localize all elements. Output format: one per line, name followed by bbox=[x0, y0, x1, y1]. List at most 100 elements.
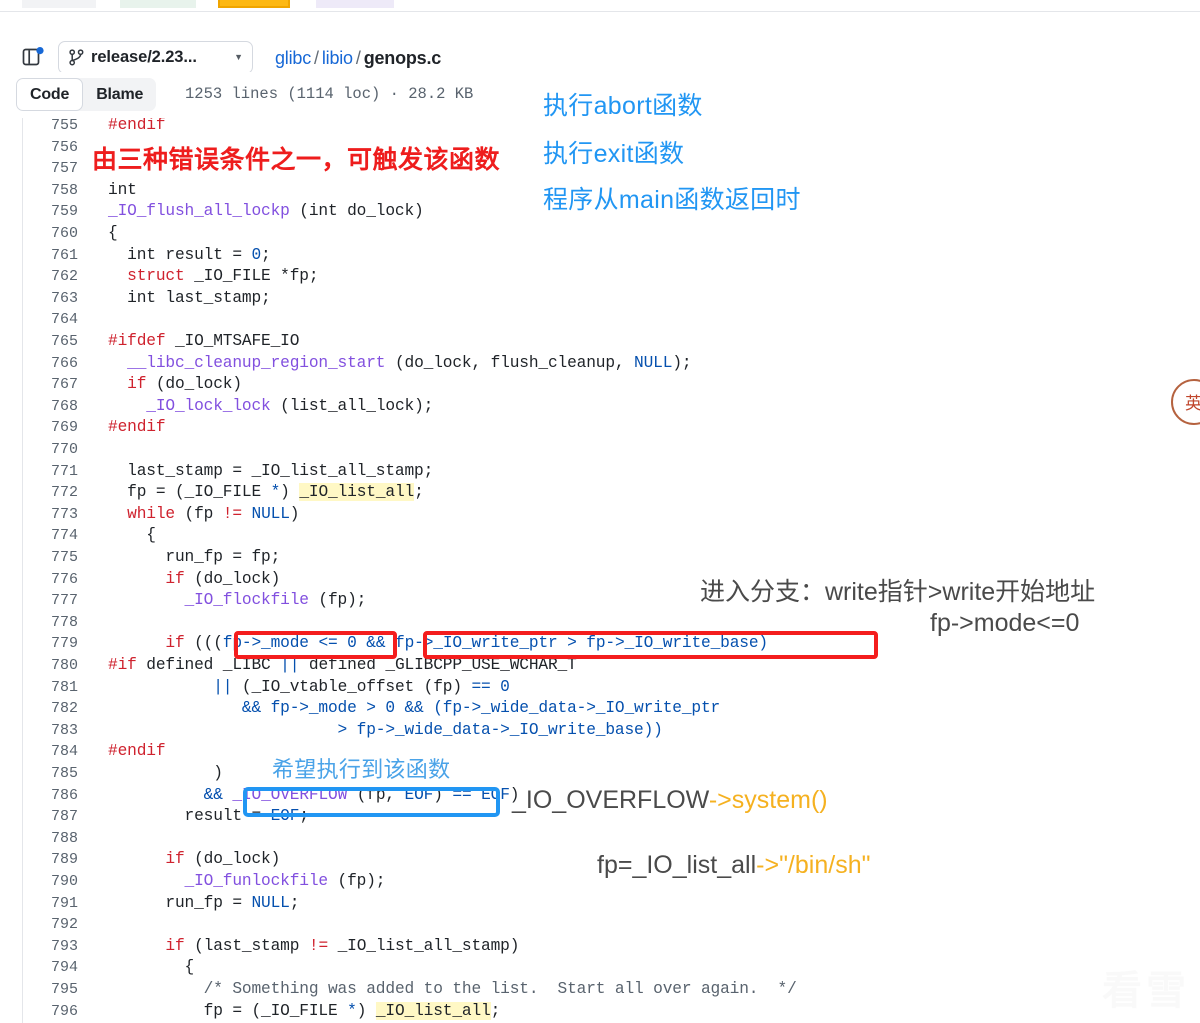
line-number[interactable]: 783 bbox=[30, 720, 78, 742]
code-line-770: 770 bbox=[0, 439, 1200, 461]
line-number[interactable]: 788 bbox=[30, 828, 78, 850]
line-number[interactable]: 763 bbox=[30, 288, 78, 310]
tab-blame[interactable]: Blame bbox=[83, 78, 156, 111]
svg-text:英: 英 bbox=[1185, 394, 1200, 414]
line-number[interactable]: 796 bbox=[30, 1001, 78, 1023]
line-number[interactable]: 781 bbox=[30, 677, 78, 699]
side-panel-icon[interactable] bbox=[22, 46, 44, 68]
code-blame-toggle: Code Blame bbox=[16, 78, 157, 111]
line-number[interactable]: 785 bbox=[30, 763, 78, 785]
file-meta: 1253 lines (1114 loc) · 28.2 KB bbox=[185, 85, 474, 103]
code-line-762: 762 struct _IO_FILE *fp; bbox=[0, 266, 1200, 288]
line-number[interactable]: 758 bbox=[30, 180, 78, 202]
line-number[interactable]: 794 bbox=[30, 957, 78, 979]
line-number[interactable]: 756 bbox=[30, 137, 78, 159]
annotation-exit: 执行exit函数 bbox=[543, 140, 685, 168]
annotation-trigger-conditions: 由三种错误条件之一，可触发该函数 bbox=[92, 146, 501, 174]
annotation-listall-to-binsh: fp=_IO_list_all->"/bin/sh" bbox=[597, 851, 870, 880]
code-line-772: 772 fp = (_IO_FILE *) _IO_list_all; bbox=[0, 482, 1200, 504]
code-line-788: 788 bbox=[0, 828, 1200, 850]
line-content: #endif bbox=[108, 742, 166, 761]
line-number[interactable]: 778 bbox=[30, 612, 78, 634]
code-line-763: 763 int last_stamp; bbox=[0, 288, 1200, 310]
file-header-bar: release/2.23... ▼ glibc / libio / genops.c bbox=[0, 11, 1200, 74]
breadcrumb-sep-2: / bbox=[355, 48, 361, 68]
line-content: #ifdef _IO_MTSAFE_IO bbox=[108, 332, 300, 350]
line-content: ) bbox=[108, 764, 223, 782]
annotation-listall-arrow: -> bbox=[756, 851, 780, 879]
branch-selector[interactable]: release/2.23... ▼ bbox=[58, 41, 253, 74]
line-number[interactable]: 762 bbox=[30, 266, 78, 288]
line-number[interactable]: 771 bbox=[30, 461, 78, 483]
line-number[interactable]: 774 bbox=[30, 525, 78, 547]
line-content: > fp->_wide_data->_IO_write_base)) bbox=[337, 720, 663, 739]
line-number[interactable]: 776 bbox=[30, 569, 78, 591]
line-number[interactable]: 770 bbox=[30, 439, 78, 461]
code-viewer[interactable]: 755 #endif 756 757 758 int 759 _IO_flush_all_lo… bbox=[0, 118, 1200, 1023]
line-number[interactable]: 766 bbox=[30, 353, 78, 375]
line-content: if (do_lock) bbox=[127, 375, 242, 394]
code-line-782: 782 && fp->_mode > 0 && (fp->_wide_data-… bbox=[0, 698, 1200, 720]
line-number[interactable]: 792 bbox=[30, 914, 78, 936]
line-content: { bbox=[108, 224, 118, 242]
line-number[interactable]: 761 bbox=[30, 245, 78, 267]
code-line-761: 761 int result = 0; bbox=[0, 245, 1200, 267]
line-number[interactable]: 764 bbox=[30, 309, 78, 331]
line-number[interactable]: 759 bbox=[30, 201, 78, 223]
line-number[interactable]: 782 bbox=[30, 698, 78, 720]
annotation-branch-condition: 进入分支：write指针>write开始地址 bbox=[700, 578, 1096, 606]
line-number[interactable]: 768 bbox=[30, 396, 78, 418]
code-line-767: 767 if (do_lock) bbox=[0, 374, 1200, 396]
line-number[interactable]: 793 bbox=[30, 936, 78, 958]
annotation-overflow-target: system() bbox=[731, 786, 828, 814]
line-number[interactable]: 780 bbox=[30, 655, 78, 677]
line-number[interactable]: 784 bbox=[30, 741, 78, 763]
line-content: if (do_lock) bbox=[165, 850, 281, 869]
browser-tab-4[interactable] bbox=[316, 0, 394, 8]
line-number[interactable]: 769 bbox=[30, 417, 78, 439]
highlight-box-io-overflow bbox=[243, 787, 500, 817]
annotation-main-return: 程序从main函数返回时 bbox=[543, 186, 801, 214]
watermark-text: 看雪 bbox=[1102, 969, 1190, 1013]
watermark: 看雪 bbox=[1102, 971, 1190, 1011]
line-content: int last_stamp; bbox=[108, 288, 271, 307]
line-number[interactable]: 773 bbox=[30, 504, 78, 526]
line-number[interactable]: 775 bbox=[30, 547, 78, 569]
line-number[interactable]: 760 bbox=[30, 223, 78, 245]
line-number[interactable]: 772 bbox=[30, 482, 78, 504]
line-content: run_fp = NULL; bbox=[108, 893, 300, 912]
breadcrumb-sep-1: / bbox=[314, 48, 319, 68]
line-number[interactable]: 789 bbox=[30, 849, 78, 871]
line-number[interactable]: 765 bbox=[30, 331, 78, 353]
tab-code[interactable]: Code bbox=[16, 78, 84, 111]
browser-tab-3-active[interactable] bbox=[218, 0, 290, 8]
annotation-fp-mode: fp->mode<=0 bbox=[930, 609, 1080, 637]
breadcrumb-repo[interactable]: glibc bbox=[275, 48, 311, 68]
line-content: while (fp != NULL) bbox=[127, 504, 300, 523]
line-content: #endif bbox=[108, 418, 166, 437]
line-content: #endif bbox=[108, 118, 166, 134]
line-number[interactable]: 786 bbox=[30, 785, 78, 807]
line-content: _IO_funlockfile (fp); bbox=[184, 872, 386, 890]
line-number[interactable]: 777 bbox=[30, 590, 78, 612]
line-number[interactable]: 755 bbox=[30, 118, 78, 137]
line-number[interactable]: 767 bbox=[30, 374, 78, 396]
line-content: if (do_lock) bbox=[165, 569, 281, 588]
line-content: __libc_cleanup_region_start (do_lock, fl… bbox=[127, 353, 692, 372]
breadcrumb-folder[interactable]: libio bbox=[322, 48, 353, 68]
code-line-771: 771 last_stamp = _IO_list_all_stamp; bbox=[0, 461, 1200, 483]
browser-tab-1[interactable] bbox=[22, 0, 96, 8]
line-content: last_stamp = _IO_list_all_stamp; bbox=[108, 461, 434, 480]
line-number[interactable]: 779 bbox=[30, 633, 78, 655]
breadcrumb: glibc / libio / genops.c bbox=[275, 48, 441, 69]
line-number[interactable]: 795 bbox=[30, 979, 78, 1001]
line-content: run_fp = fp; bbox=[108, 548, 281, 566]
breadcrumb-file: genops.c bbox=[363, 48, 442, 68]
line-number[interactable]: 790 bbox=[30, 871, 78, 893]
line-number[interactable]: 757 bbox=[30, 158, 78, 180]
line-number[interactable]: 787 bbox=[30, 806, 78, 828]
chevron-down-icon[interactable]: ▼ bbox=[220, 53, 243, 62]
annotation-overflow-label: _IO_OVERFLOW bbox=[512, 786, 709, 814]
browser-tab-2[interactable] bbox=[120, 0, 196, 8]
line-number[interactable]: 791 bbox=[30, 893, 78, 915]
